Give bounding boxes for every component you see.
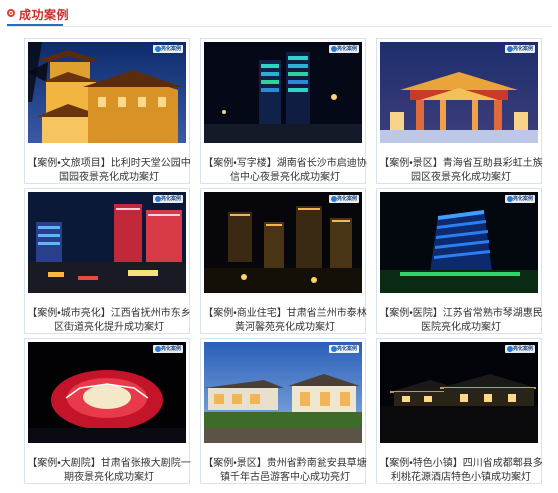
target-dot-icon bbox=[7, 9, 15, 17]
brand-logo: 亮化案例 bbox=[329, 45, 359, 53]
case-card[interactable]: 亮化案例 【案例•大剧院】甘肃省张掖大剧院一期夜景亮化成功案灯 bbox=[24, 338, 191, 484]
brand-logo: 亮化案例 bbox=[153, 45, 183, 53]
brand-logo: 亮化案例 bbox=[505, 345, 535, 353]
brand-logo: 亮化案例 bbox=[329, 195, 359, 203]
brand-logo: 亮化案例 bbox=[329, 345, 359, 353]
pavilion-night-image bbox=[28, 42, 186, 143]
case-caption[interactable]: 【案例•景区】贵州省黔南瓮安县草塘镇千年古邑游客中心成功亮灯 bbox=[199, 457, 371, 485]
section-header: 成功案例 bbox=[0, 0, 558, 28]
case-card[interactable]: 亮化案例 【案例•景区】贵州省黔南瓮安县草塘镇千年古邑游客中心成功亮灯 bbox=[200, 338, 367, 484]
brand-logo: 亮化案例 bbox=[505, 195, 535, 203]
case-caption[interactable]: 【案例•景区】青海省互助县彩虹土族园区夜景亮化成功案灯 bbox=[375, 157, 547, 185]
scenic-gate-night-image bbox=[380, 42, 538, 143]
case-thumbnail[interactable]: 亮化案例 bbox=[380, 342, 538, 443]
case-card[interactable]: 亮化案例 【案例•写字楼】湖南省长沙市启迪协信中心夜景亮化成功案灯 bbox=[200, 38, 367, 184]
hospital-night-image bbox=[380, 192, 538, 293]
case-caption[interactable]: 【案例•商业住宅】甘肃省兰州市泰林黄河馨苑亮化成功案灯 bbox=[199, 307, 371, 335]
office-tower-night-image bbox=[204, 42, 362, 143]
case-caption[interactable]: 【案例•医院】江苏省常熟市琴湖惠民医院亮化成功案灯 bbox=[375, 307, 547, 335]
case-thumbnail[interactable]: 亮化案例 bbox=[28, 342, 186, 443]
case-card[interactable]: 亮化案例 【案例•文旅项目】比利时天堂公园中国园夜景亮化成功案灯 bbox=[24, 38, 191, 184]
city-street-night-image bbox=[28, 192, 186, 293]
case-card[interactable]: 亮化案例 【案例•城市亮化】江西省抚州市东乡区街道亮化提升成功案灯 bbox=[24, 188, 191, 334]
section-title[interactable]: 成功案例 bbox=[19, 6, 69, 23]
case-card[interactable]: 亮化案例 【案例•景区】青海省互助县彩虹土族园区夜景亮化成功案灯 bbox=[376, 38, 543, 184]
case-thumbnail[interactable]: 亮化案例 bbox=[380, 42, 538, 143]
hotel-town-night-image bbox=[380, 342, 538, 443]
case-caption[interactable]: 【案例•城市亮化】江西省抚州市东乡区街道亮化提升成功案灯 bbox=[23, 307, 195, 335]
case-thumbnail[interactable]: 亮化案例 bbox=[204, 342, 362, 443]
section-divider bbox=[7, 26, 552, 27]
visitor-center-dusk-image bbox=[204, 342, 362, 443]
case-thumbnail[interactable]: 亮化案例 bbox=[28, 192, 186, 293]
case-card[interactable]: 亮化案例 【案例•特色小镇】四川省成都郫县多利桃花源酒店特色小镇成功案灯 bbox=[376, 338, 543, 484]
case-caption[interactable]: 【案例•写字楼】湖南省长沙市启迪协信中心夜景亮化成功案灯 bbox=[199, 157, 371, 185]
case-thumbnail[interactable]: 亮化案例 bbox=[380, 192, 538, 293]
case-card[interactable]: 亮化案例 【案例•医院】江苏省常熟市琴湖惠民医院亮化成功案灯 bbox=[376, 188, 543, 334]
case-thumbnail[interactable]: 亮化案例 bbox=[28, 42, 186, 143]
case-thumbnail[interactable]: 亮化案例 bbox=[204, 42, 362, 143]
case-card[interactable]: 亮化案例 【案例•商业住宅】甘肃省兰州市泰林黄河馨苑亮化成功案灯 bbox=[200, 188, 367, 334]
brand-logo: 亮化案例 bbox=[153, 195, 183, 203]
case-caption[interactable]: 【案例•文旅项目】比利时天堂公园中国园夜景亮化成功案灯 bbox=[23, 157, 195, 185]
residential-night-image bbox=[204, 192, 362, 293]
theater-night-image bbox=[28, 342, 186, 443]
case-caption[interactable]: 【案例•特色小镇】四川省成都郫县多利桃花源酒店特色小镇成功案灯 bbox=[375, 457, 547, 485]
case-thumbnail[interactable]: 亮化案例 bbox=[204, 192, 362, 293]
brand-logo: 亮化案例 bbox=[153, 345, 183, 353]
case-caption[interactable]: 【案例•大剧院】甘肃省张掖大剧院一期夜景亮化成功案灯 bbox=[23, 457, 195, 485]
brand-logo: 亮化案例 bbox=[505, 45, 535, 53]
